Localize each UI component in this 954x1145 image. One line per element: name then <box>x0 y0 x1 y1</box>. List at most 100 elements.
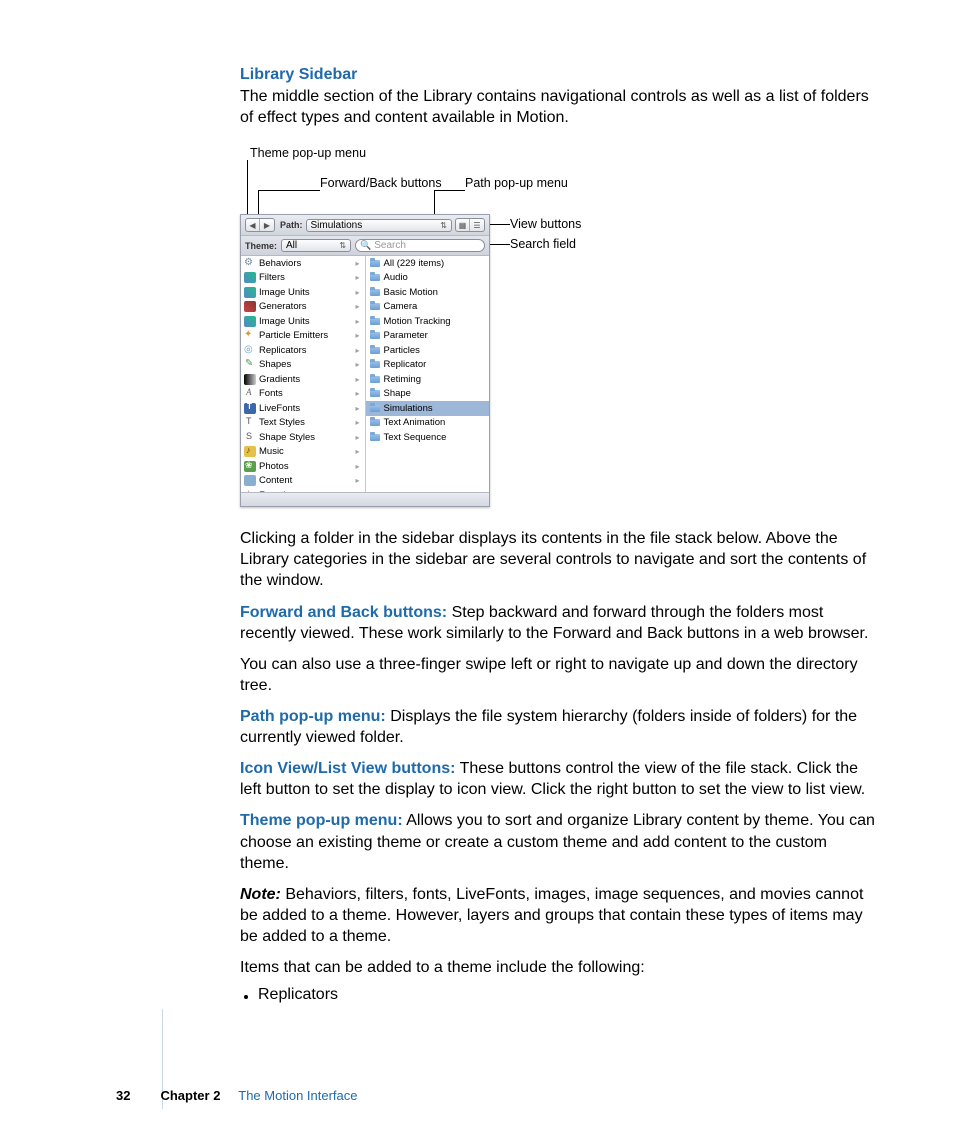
bullet-dot-icon <box>244 995 248 999</box>
t-icon <box>244 417 256 428</box>
folder-icon <box>369 417 381 428</box>
swatch-icon <box>244 316 256 327</box>
list-item-label: Basic Motion <box>384 287 438 298</box>
list-item[interactable]: Gradients▸ <box>241 372 365 387</box>
note-label: Note: <box>240 886 281 903</box>
pen <box>244 359 256 370</box>
document-page: Library Sidebar The middle section of th… <box>0 0 954 1145</box>
list-item[interactable]: Audio <box>366 271 490 286</box>
photo-icon <box>244 461 256 472</box>
term-label: Forward and Back buttons: <box>240 604 447 621</box>
list-item[interactable]: Image Units▸ <box>241 314 365 329</box>
list-item-label: Simulations <box>384 403 433 414</box>
back-forward-buttons[interactable]: ◀ ▶ <box>245 218 275 232</box>
list-item-label: Parameter <box>384 330 428 341</box>
path-bar: ◀ ▶ Path: Simulations ⇅ ▦ ☰ <box>241 215 489 236</box>
callout-label: Theme pop-up menu <box>250 146 366 160</box>
list-item[interactable]: Motion Tracking <box>366 314 490 329</box>
term-paragraph: Path pop-up menu: Displays the file syst… <box>240 706 880 748</box>
list-item-label: Motion Tracking <box>384 316 451 327</box>
list-item[interactable]: Favorites ▸ <box>241 488 365 492</box>
list-item[interactable]: Particles <box>366 343 490 358</box>
term-label: Theme pop-up menu: <box>240 812 403 829</box>
theme-label: Theme: <box>245 241 277 251</box>
list-item[interactable]: Parameter <box>366 329 490 344</box>
list-item[interactable]: Text Animation <box>366 416 490 431</box>
callout-label: View buttons <box>510 217 581 231</box>
swatch-r <box>244 301 256 312</box>
list-item[interactable]: Particle Emitters▸ <box>241 329 365 344</box>
list-item-label: Favorites <box>259 490 298 492</box>
folder-icon <box>369 258 381 269</box>
list-item[interactable]: Retiming <box>366 372 490 387</box>
disclosure-icon: ▸ <box>355 491 361 492</box>
category-column[interactable]: Behaviors▸Filters▸Image Units▸Generators… <box>241 256 366 492</box>
sidebar-columns: Behaviors▸Filters▸Image Units▸Generators… <box>241 256 489 492</box>
list-item[interactable]: Photos▸ <box>241 459 365 474</box>
list-item[interactable]: Basic Motion <box>366 285 490 300</box>
list-item[interactable]: Music▸ <box>241 445 365 460</box>
list-item[interactable]: Shape <box>366 387 490 402</box>
list-item[interactable]: Shapes▸ <box>241 358 365 373</box>
chapter-title: The Motion Interface <box>238 1088 357 1103</box>
list-item[interactable]: Camera <box>366 300 490 315</box>
list-item-label: Camera <box>384 301 418 312</box>
list-item[interactable]: Text Styles▸ <box>241 416 365 431</box>
gear-icon <box>244 258 256 269</box>
callout-search: Search field <box>510 237 576 251</box>
theme-popup-menu[interactable]: All ⇅ <box>281 239 351 252</box>
list-item[interactable]: Generators▸ <box>241 300 365 315</box>
chevron-updown-icon: ⇅ <box>440 221 447 230</box>
term-paragraph: Icon View/List View buttons: These butto… <box>240 758 880 800</box>
list-item[interactable]: Text Sequence <box>366 430 490 445</box>
disclosure-icon: ▸ <box>355 317 361 326</box>
chevron-updown-icon: ⇅ <box>339 241 346 250</box>
list-item-label: Retiming <box>384 374 422 385</box>
list-item-label: Generators <box>259 301 307 312</box>
list-item[interactable]: Replicators▸ <box>241 343 365 358</box>
list-item[interactable]: Fonts▸ <box>241 387 365 402</box>
disclosure-icon: ▸ <box>355 462 361 471</box>
list-item[interactable]: Filters▸ <box>241 271 365 286</box>
list-item-label: Fonts <box>259 388 283 399</box>
lf-icon <box>244 403 256 414</box>
view-buttons[interactable]: ▦ ☰ <box>455 218 485 232</box>
list-item[interactable]: All (229 items) <box>366 256 490 271</box>
list-item[interactable]: Image Units▸ <box>241 285 365 300</box>
library-ui-panel: ◀ ▶ Path: Simulations ⇅ ▦ ☰ Theme: <box>240 214 490 507</box>
list-item[interactable]: Replicator <box>366 358 490 373</box>
horizontal-scrollbar[interactable] <box>241 492 489 506</box>
disclosure-icon: ▸ <box>355 259 361 268</box>
list-item-label: Replicator <box>384 359 427 370</box>
body-paragraph: Items that can be added to a theme inclu… <box>240 957 880 978</box>
section-heading: Library Sidebar <box>240 66 880 84</box>
forward-button-icon: ▶ <box>260 219 274 231</box>
list-item[interactable]: Shape Styles▸ <box>241 430 365 445</box>
list-item-label: Replicators <box>259 345 307 356</box>
chapter-label: Chapter 2 <box>160 1088 220 1103</box>
sparkle <box>244 330 256 341</box>
callout-path: Path pop-up menu <box>465 176 568 190</box>
folder-icon <box>369 345 381 356</box>
folder-icon <box>369 301 381 312</box>
list-item-label: Music <box>259 446 284 457</box>
disclosure-icon: ▸ <box>355 331 361 340</box>
list-item[interactable]: Behaviors ▸ <box>241 256 365 271</box>
disclosure-icon: ▸ <box>355 273 361 282</box>
list-item[interactable]: Simulations <box>366 401 490 416</box>
list-item-label: Behaviors <box>259 258 301 269</box>
list-item-label: Image Units <box>259 287 310 298</box>
star-icon <box>244 490 256 492</box>
search-field[interactable]: 🔍 Search <box>355 239 485 252</box>
subcategory-column[interactable]: All (229 items)AudioBasic Motion Camera Mo… <box>366 256 490 492</box>
folder-icon <box>369 316 381 327</box>
path-popup-menu[interactable]: Simulations ⇅ <box>306 219 453 232</box>
folder-icon <box>369 359 381 370</box>
note-paragraph: Note: Behaviors, filters, fonts, LiveFon… <box>240 884 880 947</box>
disclosure-icon: ▸ <box>355 476 361 485</box>
list-item-label: Gradients <box>259 374 300 385</box>
list-item[interactable]: Content▸ <box>241 474 365 489</box>
list-item[interactable]: LiveFonts▸ <box>241 401 365 416</box>
music-icon <box>244 446 256 457</box>
callout-theme: Theme pop-up menu <box>250 146 366 160</box>
